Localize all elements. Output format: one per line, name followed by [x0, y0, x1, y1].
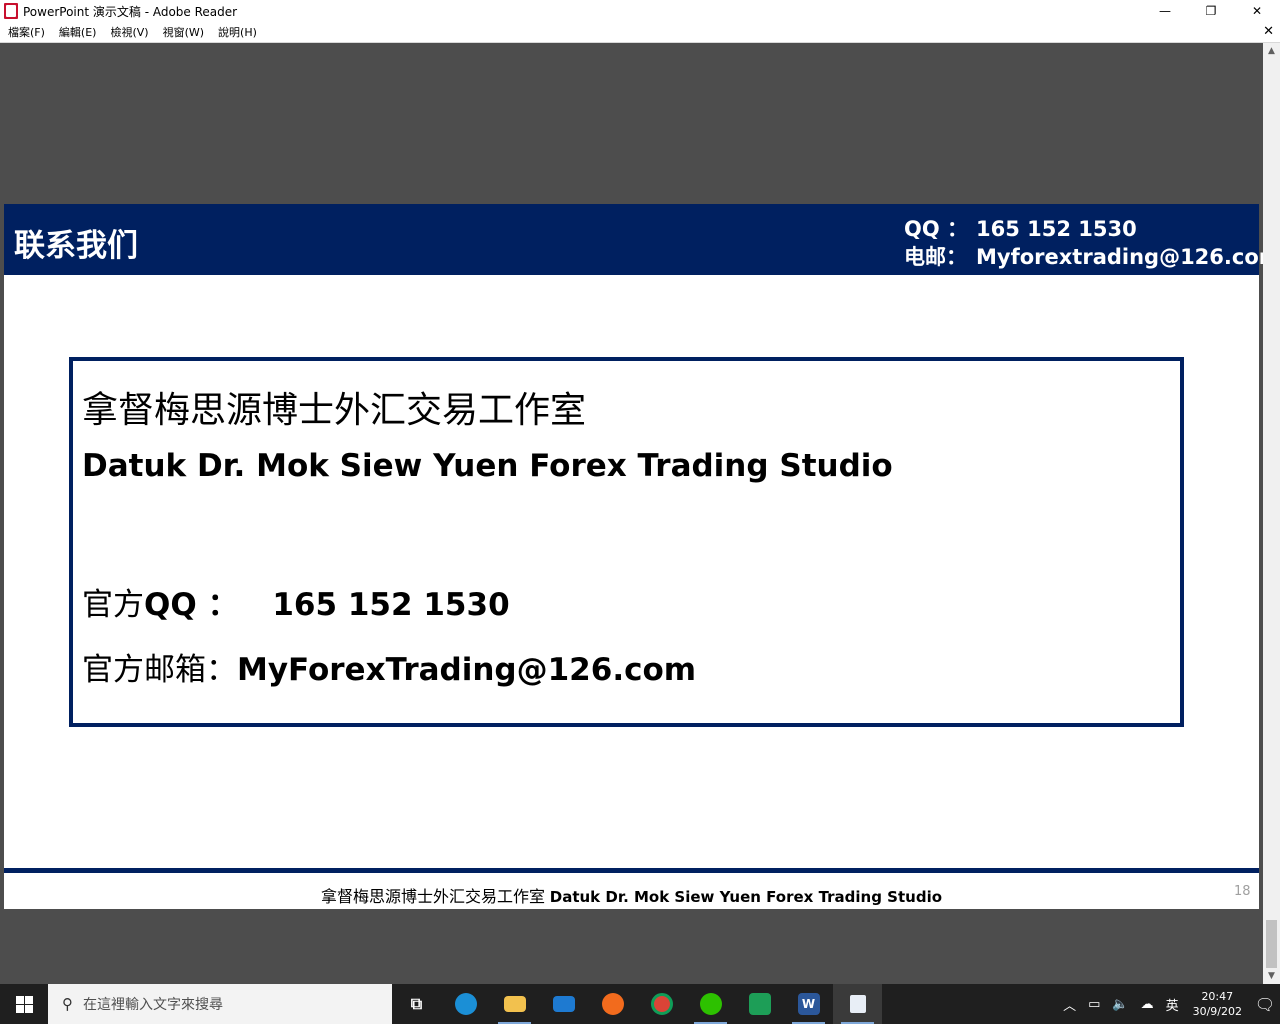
ime-indicator[interactable]: 英	[1166, 995, 1179, 1014]
studio-name-english: Datuk Dr. Mok Siew Yuen Forex Trading St…	[82, 448, 893, 484]
onedrive-icon[interactable]: ☁	[1141, 997, 1154, 1012]
menu-edit[interactable]: 編輯(E)	[59, 24, 97, 40]
header-qq-label: QQ ：	[904, 217, 969, 241]
wechat-icon[interactable]	[686, 984, 735, 1024]
footer-chinese: 拿督梅思源博士外汇交易工作室	[320, 887, 545, 906]
slide-footer: 拿督梅思源博士外汇交易工作室 Datuk Dr. Mok Siew Yuen F…	[4, 883, 1259, 907]
firefox-icon[interactable]	[588, 984, 637, 1024]
slide-page: 联系我们 QQ ： 165 152 1530 电邮： Myforextrading@…	[4, 204, 1280, 909]
windows-logo-icon	[15, 995, 33, 1013]
chrome-icon[interactable]	[637, 984, 686, 1024]
header-email-label: 电邮：	[904, 245, 967, 269]
system-tray: ︿ ▭ 🔈 ☁ 英 20:47 30/9/202 🗨	[1057, 984, 1280, 1024]
menu-bar: 檔案(F) 編輯(E) 檢視(V) 視窗(W) 說明(H) ✕	[0, 22, 1280, 43]
footer-divider	[4, 868, 1259, 873]
minimize-button[interactable]: —	[1142, 0, 1188, 22]
adobe-reader-app-icon	[4, 3, 18, 19]
scroll-down-arrow-icon[interactable]: ▼	[1263, 968, 1280, 984]
header-email-value: Myforextrading@126.com	[976, 245, 1280, 269]
official-qq-value: 165 152 1530	[272, 587, 510, 623]
restore-button[interactable]: ❐	[1188, 0, 1234, 22]
taskbar-apps: ⧉ W	[392, 984, 882, 1024]
taskbar-search[interactable]: ⚲ 在這裡輸入文字來搜尋	[48, 984, 392, 1024]
page-number: 18	[1234, 884, 1251, 899]
official-qq-label: 官方	[82, 587, 144, 623]
official-email-label: 官方邮箱：	[82, 652, 237, 688]
window-title: PowerPoint 演示文稿 - Adobe Reader	[23, 4, 238, 19]
start-button[interactable]	[0, 984, 48, 1024]
slide-header: 联系我们 QQ ： 165 152 1530 电邮： Myforextrading@…	[4, 204, 1280, 275]
network-icon[interactable]: ▭	[1088, 997, 1100, 1012]
notification-icon[interactable]: 🗨	[1250, 995, 1280, 1014]
official-qq-label-suffix: QQ ：	[144, 587, 239, 623]
edge-icon[interactable]	[441, 984, 490, 1024]
scroll-thumb[interactable]	[1266, 920, 1277, 968]
search-icon: ⚲	[62, 995, 73, 1013]
menu-file[interactable]: 檔案(F)	[8, 24, 45, 40]
footer-english: Datuk Dr. Mok Siew Yuen Forex Trading St…	[549, 888, 943, 906]
close-button[interactable]: ✕	[1234, 0, 1280, 22]
official-email-value: MyForexTrading@126.com	[237, 652, 697, 688]
studio-name-chinese: 拿督梅思源博士外汇交易工作室	[82, 390, 587, 431]
keepass-icon[interactable]	[735, 984, 784, 1024]
search-placeholder: 在這裡輸入文字來搜尋	[83, 997, 223, 1013]
header-qq-value: 165 152 1530	[976, 217, 1137, 241]
vertical-scrollbar[interactable]: ▲ ▼	[1263, 43, 1280, 984]
official-qq-line: 官方QQ ： 165 152 1530	[82, 579, 510, 624]
file-explorer-icon[interactable]	[490, 984, 539, 1024]
task-view-icon[interactable]: ⧉	[392, 984, 441, 1024]
contact-info-box: 拿督梅思源博士外汇交易工作室 Datuk Dr. Mok Siew Yuen F…	[69, 357, 1184, 727]
clock-date: 30/9/202	[1192, 1005, 1242, 1018]
window-title-bar: PowerPoint 演示文稿 - Adobe Reader — ❐ ✕	[0, 0, 1280, 22]
window-controls: — ❐ ✕	[1142, 0, 1280, 22]
taskbar: ⚲ 在這裡輸入文字來搜尋 ⧉ W ︿ ▭ 🔈 ☁ 英 20:47 30/9/20…	[0, 984, 1280, 1024]
clock[interactable]: 20:47 30/9/202	[1193, 989, 1242, 1019]
adobe-reader-icon[interactable]	[833, 984, 882, 1024]
slide-title: 联系我们	[14, 228, 138, 264]
header-qq: QQ ： 165 152 1530	[904, 213, 1137, 243]
header-email: 电邮： Myforextrading@126.com	[904, 241, 1280, 271]
close-document-icon[interactable]: ✕	[1263, 24, 1274, 39]
menu-help[interactable]: 說明(H)	[218, 24, 257, 40]
mail-icon[interactable]	[539, 984, 588, 1024]
clock-time: 20:47	[1201, 990, 1234, 1003]
word-icon[interactable]: W	[784, 984, 833, 1024]
scroll-up-arrow-icon[interactable]: ▲	[1263, 43, 1280, 59]
tray-chevron-icon[interactable]: ︿	[1063, 995, 1076, 1014]
official-email-line: 官方邮箱：MyForexTrading@126.com	[82, 644, 696, 689]
document-viewer: 联系我们 QQ ： 165 152 1530 电邮： Myforextrading@…	[0, 43, 1280, 984]
menu-view[interactable]: 檢視(V)	[110, 24, 148, 40]
menu-window[interactable]: 視窗(W)	[163, 24, 204, 40]
volume-muted-icon[interactable]: 🔈	[1112, 997, 1128, 1012]
